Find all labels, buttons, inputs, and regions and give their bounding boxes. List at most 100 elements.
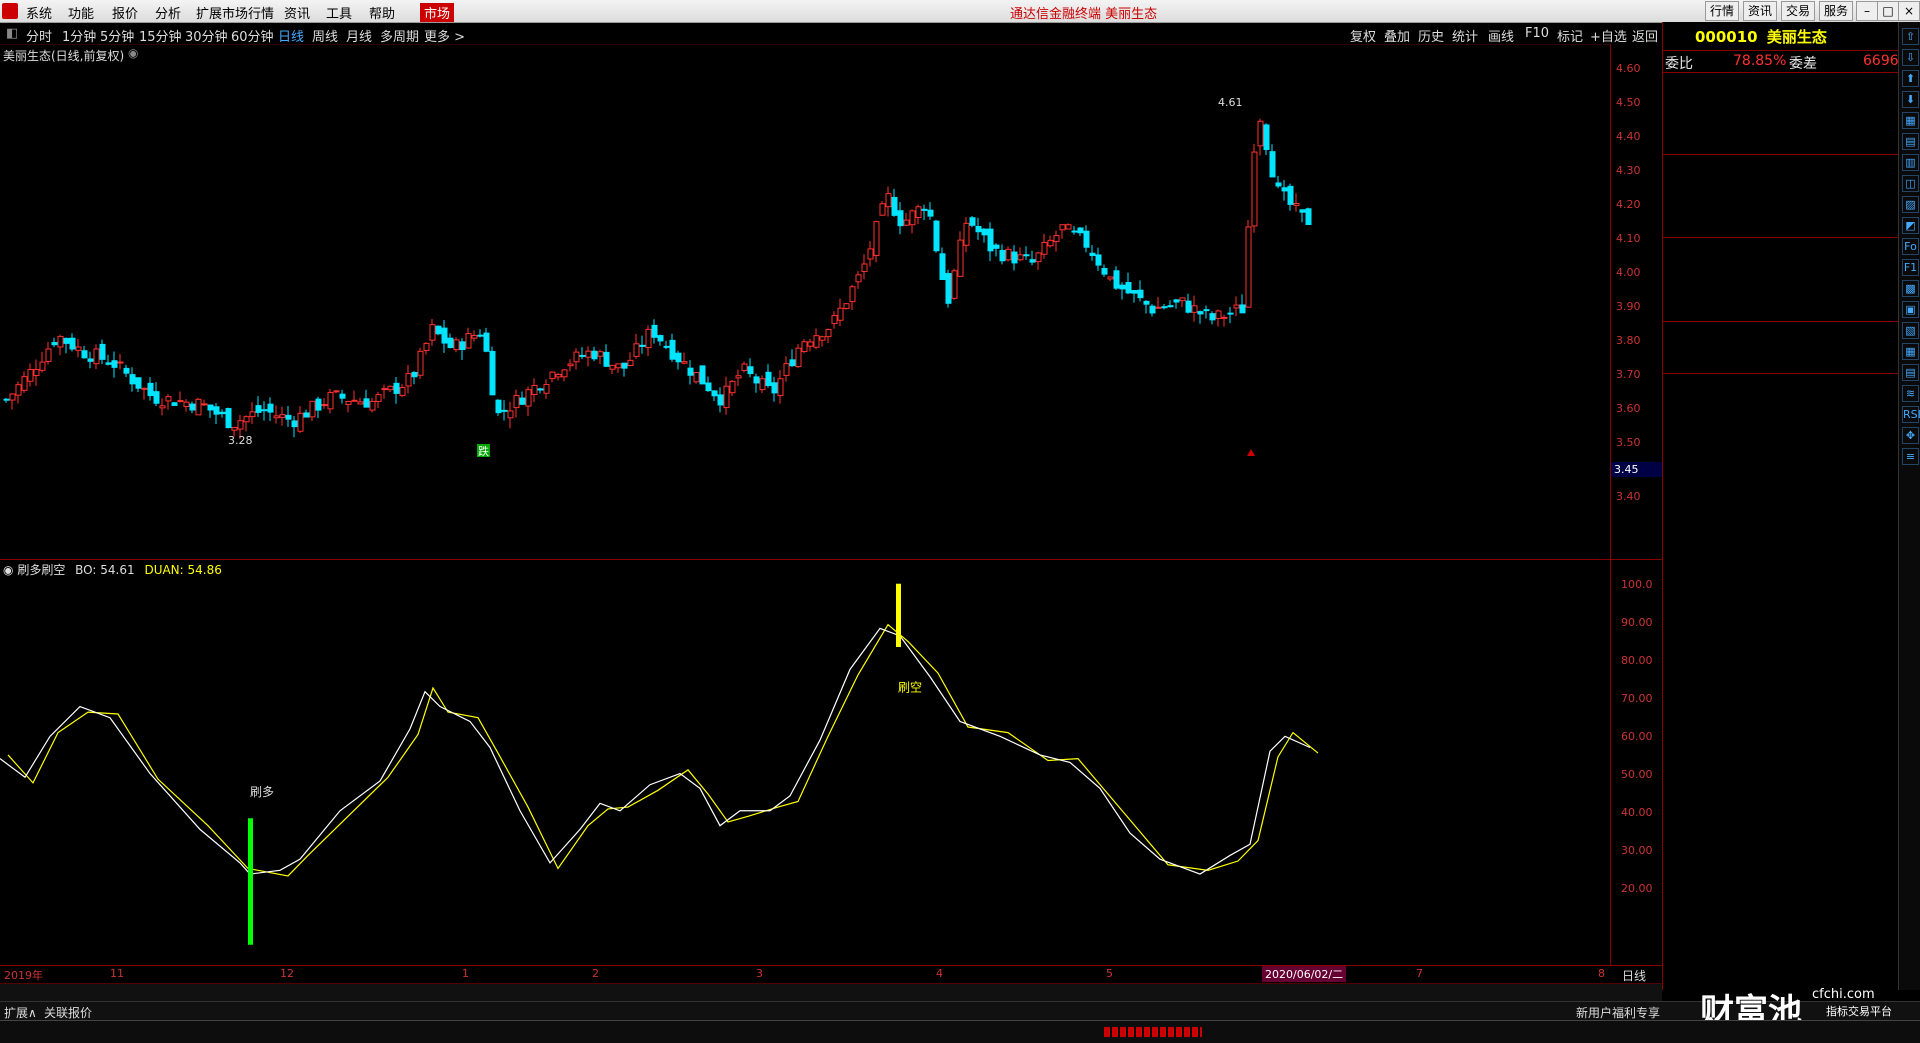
tab-period-monthly[interactable]: 月线 [346, 26, 372, 45]
ind-tick: 30.00 [1621, 844, 1653, 857]
price-tick: 3.40 [1616, 490, 1641, 503]
sidebar-tool-icon[interactable]: ⬆ [1902, 70, 1919, 87]
menu-function[interactable]: 功能 [68, 3, 94, 22]
candle-body [873, 221, 880, 257]
toolbar-stats[interactable]: 统计 [1452, 26, 1478, 45]
toolbar-f10[interactable]: F10 [1525, 26, 1549, 41]
menu-tools[interactable]: 工具 [326, 3, 352, 22]
sidebar-tool-icon[interactable]: RSI [1902, 406, 1920, 423]
current-price-tag: 3.45 [1611, 462, 1664, 477]
sidebar-tool-icon[interactable]: ▩ [1902, 280, 1919, 297]
sidebar-tool-icon[interactable]: ⬇ [1902, 91, 1919, 108]
tab-period-weekly[interactable]: 周线 [312, 26, 338, 45]
sidebar-tool-icon[interactable]: ▥ [1902, 154, 1919, 171]
sidebar-period-icon[interactable] [1902, 578, 1917, 593]
tab-period-60min[interactable]: 60分钟 [231, 26, 274, 45]
candle-body [687, 367, 694, 376]
sidebar-tool-icon[interactable]: ⇧ [1902, 28, 1919, 45]
candle-body [897, 210, 904, 227]
sidebar-tool-icon[interactable]: ▤ [1902, 133, 1919, 150]
related-quote-button[interactable]: 关联报价 [44, 1004, 92, 1021]
toolbar-overlay[interactable]: 叠加 [1384, 26, 1410, 45]
candle-body [525, 389, 532, 407]
toolbar-draw[interactable]: 画线 [1488, 26, 1514, 45]
sidebar-period-icon[interactable] [1902, 530, 1917, 545]
sidebar-period-icon[interactable] [1902, 554, 1917, 569]
panel-toggle-icon[interactable]: ◧ [6, 26, 18, 41]
candle-body [123, 367, 130, 374]
tab-period-fenshi[interactable]: 分时 [26, 26, 52, 45]
btn-news[interactable]: 资讯 [1743, 1, 1778, 21]
candle-body [507, 410, 514, 419]
candle-body [183, 401, 190, 407]
toolbar-mark[interactable]: 标记 [1557, 26, 1583, 45]
sidebar-tool-icon[interactable]: ◫ [1902, 175, 1919, 192]
sidebar-tool-icon[interactable]: ✥ [1902, 427, 1919, 444]
sidebar-tool-icon[interactable]: ≡ [1902, 448, 1919, 465]
tab-period-1min[interactable]: 1分钟 [62, 26, 96, 45]
candle-body [213, 406, 220, 415]
menu-market[interactable]: 市场 [420, 3, 455, 22]
candle-body [9, 393, 16, 401]
tab-period-daily[interactable]: 日线 [278, 26, 304, 45]
sidebar-tool-icon[interactable]: ▦ [1902, 343, 1919, 360]
candle-body [267, 403, 274, 413]
candle-body [501, 409, 508, 412]
candle-body [711, 390, 718, 397]
candle-body [1197, 311, 1204, 315]
menu-system[interactable]: 系统 [26, 3, 52, 22]
menu-extended-market[interactable]: 扩展市场行情 [196, 3, 274, 22]
sidebar-period-icon[interactable] [1902, 482, 1917, 497]
new-user-promo[interactable]: 新用户福利专享 [1576, 1004, 1660, 1021]
tick-list[interactable] [1663, 374, 1899, 990]
sidebar-tool-icon[interactable]: ⇩ [1902, 49, 1919, 66]
sidebar-tool-icon[interactable]: ▤ [1902, 364, 1919, 381]
candle-body [1023, 254, 1030, 257]
candle-body [1287, 185, 1294, 205]
menu-quote[interactable]: 报价 [112, 3, 138, 22]
sidebar-tool-icon[interactable]: ▣ [1902, 301, 1919, 318]
close-icon[interactable]: × [1898, 1, 1920, 21]
candle-body [207, 404, 214, 411]
toolbar-back[interactable]: 返回 [1632, 26, 1658, 45]
toolbar-fuquan[interactable]: 复权 [1350, 26, 1376, 45]
sidebar-tool-icon[interactable]: ≋ [1902, 385, 1919, 402]
sidebar-period-icon[interactable] [1902, 626, 1917, 641]
candle-body [1275, 182, 1282, 187]
candle-body [1143, 300, 1150, 305]
tab-period-5min[interactable]: 5分钟 [100, 26, 134, 45]
minimize-icon[interactable]: – [1856, 1, 1878, 21]
tab-period-multi[interactable]: 多周期 [380, 26, 419, 45]
btn-trade[interactable]: 交易 [1781, 1, 1816, 21]
sidebar-tool-icon[interactable]: Fo [1902, 238, 1919, 255]
tab-period-30min[interactable]: 30分钟 [185, 26, 228, 45]
sidebar-period-icon[interactable] [1902, 506, 1917, 521]
menu-news[interactable]: 资讯 [284, 3, 310, 22]
tab-period-more[interactable]: 更多 > [424, 26, 465, 45]
sidebar-tool-icon[interactable]: F1 [1902, 259, 1919, 276]
ind-tick: 70.00 [1621, 692, 1653, 705]
expand-button[interactable]: 扩展∧ [4, 1004, 37, 1021]
candle-body [807, 341, 814, 347]
indicator-chart[interactable]: 刷多 刷空 [0, 560, 1610, 965]
sidebar-period-icon[interactable] [1902, 602, 1917, 617]
menu-analysis[interactable]: 分析 [155, 3, 181, 22]
menu-help[interactable]: 帮助 [369, 3, 395, 22]
sidebar-tool-icon[interactable]: ▧ [1902, 322, 1919, 339]
sidebar-tool-icon[interactable]: ▦ [1902, 112, 1919, 129]
date-axis-period[interactable]: 日线 [1622, 967, 1646, 984]
btn-service[interactable]: 服务 [1819, 1, 1854, 21]
btn-quote[interactable]: 行情 [1705, 1, 1740, 21]
candle-body [591, 350, 598, 360]
candle-body [1029, 259, 1036, 263]
sidebar-tool-icon[interactable]: ▨ [1902, 196, 1919, 213]
toolbar-history[interactable]: 历史 [1418, 26, 1444, 45]
toolbar-add-watch[interactable]: +自选 [1590, 26, 1627, 45]
ind-tick: 40.00 [1621, 806, 1653, 819]
candlestick-chart[interactable]: 4.61 3.28 跌 [0, 44, 1610, 559]
sidebar-tool-icon[interactable]: ◩ [1902, 217, 1919, 234]
candle-body [87, 358, 94, 362]
tab-period-15min[interactable]: 15分钟 [139, 26, 182, 45]
maximize-icon[interactable]: □ [1877, 1, 1899, 21]
candle-body [1161, 306, 1168, 309]
